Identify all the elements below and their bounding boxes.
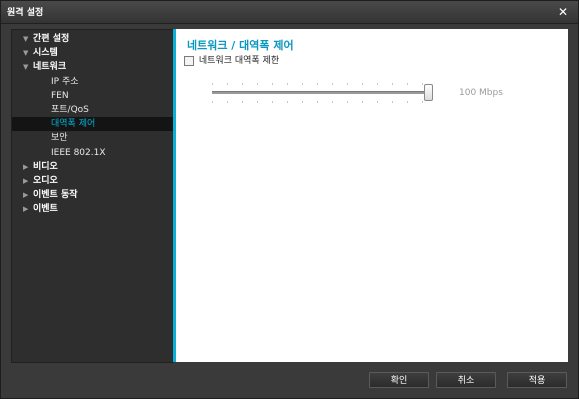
sidebar-item[interactable]: IEEE 802.1X [51,146,106,160]
sidebar-item-label: IP 주소 [51,76,79,87]
sidebar-item-label: 시스템 [33,48,58,59]
sidebar-item-label: 네트워크 [33,62,67,73]
sidebar-item-label: 이벤트 동작 [33,190,78,201]
sidebar-item-label: 보안 [51,133,68,144]
sidebar-item[interactable]: 대역폭 제어 [12,117,173,132]
bandwidth-slider[interactable] [212,79,433,105]
sidebar-item-label: 포트/QoS [51,105,89,115]
close-icon[interactable]: ✕ [556,5,570,19]
bandwidth-value-label: 100 Mbps [459,88,503,98]
apply-button[interactable]: 적용 [507,372,567,388]
sidebar-item[interactable]: ▶ 비디오 [23,160,58,174]
bandwidth-limit-checkbox[interactable] [184,56,194,66]
bandwidth-limit-row: 네트워크 대역폭 제한 [184,55,279,67]
sidebar-item-label: IEEE 802.1X [51,147,106,158]
slider-ticks-top [212,83,426,85]
sidebar-item-label: 간편 설정 [33,34,70,44]
sidebar-item-label: 오디오 [33,176,58,186]
settings-tree: ▼ 간편 설정 ▼ 시스템 ▼ 네트워크 IP 주소 FEN 포트/QoS 대역폭 제어 보안 IEE… [11,29,174,363]
sidebar-item-label: 이벤트 [33,204,58,215]
cancel-button[interactable]: 취소 [436,372,496,388]
sidebar-item[interactable]: ▼ 간편 설정 [23,32,69,46]
slider-ticks-bottom [212,101,426,103]
expand-down-icon[interactable]: ▼ [23,32,33,46]
sidebar-item[interactable]: 포트/QoS [51,103,89,117]
expand-right-icon[interactable]: ▶ [23,160,33,174]
expand-right-icon[interactable]: ▶ [23,174,33,188]
sidebar-item[interactable]: ▼ 네트워크 [23,60,66,74]
content-panel: 네트워크 / 대역폭 제어 네트워크 대역폭 제한 100 Mbps [176,29,568,362]
slider-track[interactable] [212,91,426,94]
sidebar-item[interactable]: 보안 [51,131,68,145]
sidebar-item[interactable]: ▶ 이벤트 [23,202,58,216]
bandwidth-limit-label: 네트워크 대역폭 제한 [198,56,280,66]
expand-down-icon[interactable]: ▼ [23,46,33,60]
slider-thumb[interactable] [424,84,433,101]
sidebar-item[interactable]: ▶ 오디오 [23,174,58,188]
sidebar-item[interactable]: ▼ 시스템 [23,46,58,60]
expand-down-icon[interactable]: ▼ [23,60,33,74]
expand-right-icon[interactable]: ▶ [23,202,33,216]
title-bar: 원격 설정 ✕ [1,1,578,24]
sidebar-item-label: 비디오 [33,161,58,172]
expand-right-icon[interactable]: ▶ [23,188,33,202]
sidebar-item[interactable]: IP 주소 [51,75,79,89]
remote-settings-window: 원격 설정 ✕ ▼ 간편 설정 ▼ 시스템 ▼ 네트워크 IP 주소 FEN 포트/QoS 대역폭… [0,0,579,399]
sidebar-item-label: FEN [51,90,69,101]
sidebar-item[interactable]: FEN [51,89,69,103]
window-title: 원격 설정 [7,8,44,18]
page-title: 네트워크 / 대역폭 제어 [187,39,294,52]
sidebar-item[interactable]: ▶ 이벤트 동작 [23,188,78,202]
ok-button[interactable]: 확인 [369,372,429,388]
sidebar-item-label: 대역폭 제어 [51,119,96,130]
